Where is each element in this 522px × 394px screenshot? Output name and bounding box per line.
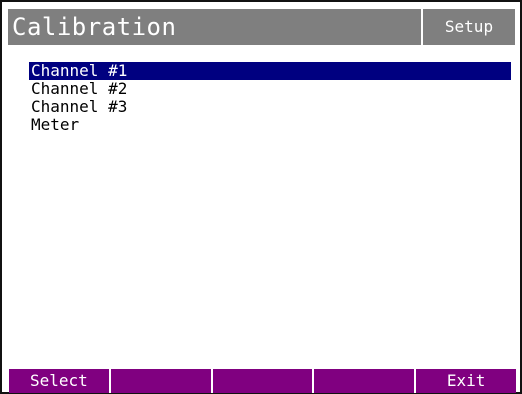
menu-item-meter[interactable]: Meter <box>29 116 511 134</box>
title-bar: Calibration Setup <box>8 9 515 45</box>
calibration-menu: Channel #1 Channel #2 Channel #3 Meter <box>29 62 511 134</box>
exit-softkey[interactable]: Exit <box>414 369 516 393</box>
screen-title: Calibration <box>12 13 177 41</box>
menu-item-channel-3[interactable]: Channel #3 <box>29 98 511 116</box>
softkey-2[interactable] <box>108 369 211 393</box>
select-softkey[interactable]: Select <box>9 369 109 393</box>
calibration-screen: Calibration Setup Channel #1 Channel #2 … <box>0 0 522 394</box>
softkey-bar: Select Exit <box>9 369 516 393</box>
menu-item-channel-1[interactable]: Channel #1 <box>29 62 511 80</box>
softkey-4[interactable] <box>312 369 414 393</box>
mode-label: Setup <box>444 17 494 36</box>
softkey-3[interactable] <box>210 369 313 393</box>
menu-item-channel-2[interactable]: Channel #2 <box>29 80 511 98</box>
